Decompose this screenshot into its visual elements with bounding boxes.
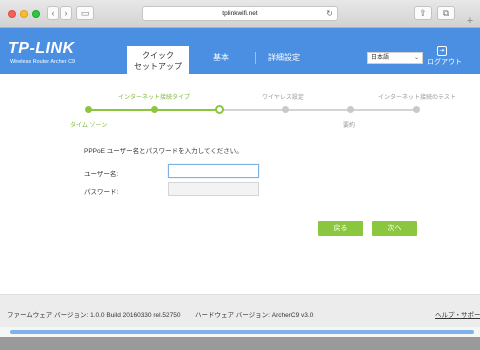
step-dot-summary bbox=[347, 106, 354, 113]
step-dot-test bbox=[413, 106, 420, 113]
form-instruction: PPPoE ユーザー名とパスワードを入力してください。 bbox=[84, 148, 243, 155]
logout-icon[interactable]: ⇥ bbox=[437, 46, 447, 56]
forward-icon[interactable]: › bbox=[60, 6, 72, 20]
logout-link[interactable]: ログアウト bbox=[427, 57, 462, 67]
back-button[interactable]: 戻る bbox=[318, 221, 363, 236]
step-dot-internet-type bbox=[215, 105, 224, 114]
new-tab-icon[interactable]: + bbox=[460, 14, 480, 28]
tab-separator bbox=[255, 52, 256, 64]
step-label-time-zone: タイム ゾーン bbox=[70, 123, 108, 129]
reload-icon[interactable]: ↻ bbox=[326, 7, 333, 20]
tp-link-logo: TP-LINK bbox=[8, 40, 75, 57]
window-bottom-edge bbox=[0, 337, 480, 350]
password-label: パスワード: bbox=[84, 189, 119, 196]
address-bar[interactable]: tplinkwifi.net ↻ bbox=[142, 6, 338, 21]
step-dot bbox=[151, 106, 158, 113]
language-select[interactable]: 日本語 ⌄ bbox=[367, 52, 423, 64]
browser-toolbar: ‹ › ▭ tplinkwifi.net ↻ ⇪ ⧉ + bbox=[0, 0, 480, 28]
next-button[interactable]: 次へ bbox=[372, 221, 417, 236]
stepper-line-pending bbox=[220, 109, 416, 111]
language-value: 日本語 bbox=[371, 55, 390, 61]
password-input[interactable] bbox=[168, 182, 259, 196]
step-dot-wireless bbox=[282, 106, 289, 113]
tab-quick-setup-label: クイック セットアップ bbox=[134, 51, 182, 71]
username-input[interactable] bbox=[168, 164, 259, 178]
footer: ファームウェア バージョン: 1.0.0 Build 20160330 rel.… bbox=[0, 294, 480, 327]
horizontal-scrollbar[interactable] bbox=[10, 330, 474, 334]
sidebar-icon[interactable]: ▭ bbox=[76, 6, 94, 20]
hardware-version: ハードウェア バージョン: ArcherC9 v3.0 bbox=[195, 312, 314, 319]
browser-window: ‹ › ▭ tplinkwifi.net ↻ ⇪ ⧉ + TP-LINK Wir… bbox=[0, 0, 480, 350]
close-window-button[interactable] bbox=[8, 10, 16, 18]
router-header: TP-LINK Wireless Router Archer C9 クイック セ… bbox=[0, 28, 480, 74]
step-label-wireless: ワイヤレス設定 bbox=[262, 95, 304, 101]
tabs-overview-icon[interactable]: ⧉ bbox=[437, 6, 455, 20]
share-icon[interactable]: ⇪ bbox=[414, 6, 432, 20]
minimize-window-button[interactable] bbox=[20, 10, 28, 18]
url-text: tplinkwifi.net bbox=[222, 10, 258, 17]
zoom-window-button[interactable] bbox=[32, 10, 40, 18]
step-dot-time-zone bbox=[85, 106, 92, 113]
username-label: ユーザー名: bbox=[84, 171, 119, 178]
tab-advanced[interactable]: 詳細設定 bbox=[268, 52, 300, 63]
step-label-summary: 要約 bbox=[343, 123, 356, 129]
step-label-test: インターネット接続のテスト bbox=[378, 95, 457, 101]
back-icon[interactable]: ‹ bbox=[47, 6, 59, 20]
tab-basic[interactable]: 基本 bbox=[213, 52, 229, 63]
tab-quick-setup[interactable]: クイック セットアップ bbox=[127, 46, 189, 74]
chevron-down-icon: ⌄ bbox=[413, 55, 419, 61]
help-support-link[interactable]: ヘルプ・サポート bbox=[435, 309, 480, 319]
firmware-version: ファームウェア バージョン: 1.0.0 Build 20160330 rel.… bbox=[7, 312, 181, 319]
router-model: Wireless Router Archer C9 bbox=[10, 59, 76, 65]
step-label-internet-type: インターネット接続タイプ bbox=[118, 95, 191, 101]
